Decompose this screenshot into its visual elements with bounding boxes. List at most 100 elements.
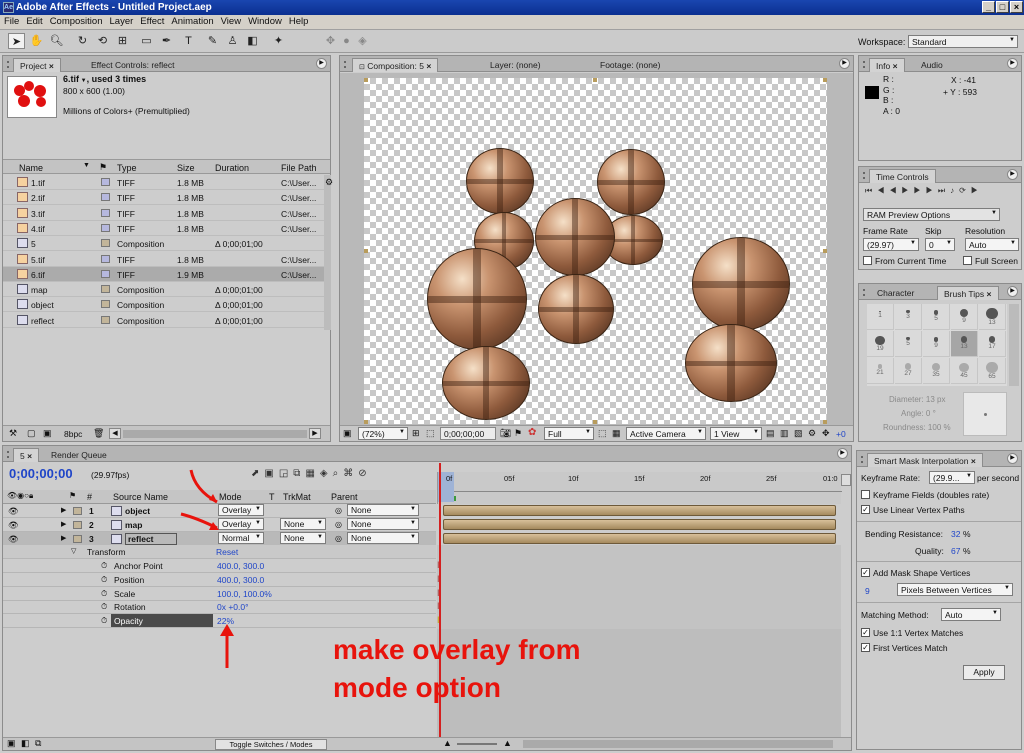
show-snapshot-icon[interactable]: ⚑ xyxy=(514,428,522,439)
sort-arrow-icon[interactable]: ▼ xyxy=(83,162,90,169)
project-item-row[interactable]: reflect Composition Δ 0;00;01;00 xyxy=(3,313,330,328)
layer-parent-dropdown[interactable]: None xyxy=(347,518,419,530)
col-name[interactable]: Name xyxy=(19,163,43,173)
live-update-icon[interactable]: ▣ xyxy=(264,468,278,479)
frame-rate-dropdown[interactable]: (29.97) xyxy=(863,238,919,251)
menu-window[interactable]: Window xyxy=(244,15,285,27)
tab-render-queue[interactable]: Render Queue xyxy=(45,448,113,462)
visibility-icon[interactable]: 👁︎ xyxy=(8,506,19,517)
eraser-tool-icon[interactable]: ◧ xyxy=(244,33,261,49)
panel-grip-icon[interactable] xyxy=(7,61,12,68)
col-trkmat[interactable]: TrkMat xyxy=(283,492,311,502)
ram-preview-dropdown[interactable]: RAM Preview Options xyxy=(863,208,1000,221)
magnification-dropdown[interactable]: (72%) xyxy=(358,427,408,440)
label-color-swatch[interactable] xyxy=(101,208,110,217)
label-color-swatch[interactable] xyxy=(101,239,110,248)
snapshot-icon[interactable]: 📷︎ xyxy=(500,428,511,439)
layer-row[interactable]: 👁︎▶3reflectNormalNoneNone◎ xyxy=(3,532,436,546)
tab-effect-controls[interactable]: Effect Controls: reflect xyxy=(85,58,180,72)
brush-tip[interactable]: 13 xyxy=(979,304,1006,330)
hide-layers-icon[interactable]: ⊘ xyxy=(358,468,371,479)
menu-layer[interactable]: Layer xyxy=(106,15,137,27)
trash-icon[interactable]: 🗑︎ xyxy=(93,428,104,439)
stopwatch-icon[interactable]: ⏱ xyxy=(101,602,107,612)
comp-button-icon[interactable] xyxy=(841,474,851,486)
col-size[interactable]: Size xyxy=(177,163,195,173)
pick-whip-icon[interactable]: ◎ xyxy=(335,506,342,515)
tab-time-controls[interactable]: Time Controls xyxy=(869,169,936,183)
project-item-row[interactable]: 6.tif TIFF 1.9 MB C:\User... xyxy=(3,266,330,282)
timeline-icon[interactable]: ▧ xyxy=(794,428,803,439)
panel-menu-icon[interactable]: ▶ xyxy=(1007,286,1018,297)
graph-editor-icon[interactable]: ⌕ xyxy=(333,468,344,479)
timeline-scrollbar[interactable] xyxy=(523,740,833,748)
orbit-camera-tool-icon[interactable]: ⟲ xyxy=(94,33,111,49)
label-color-swatch[interactable] xyxy=(101,193,110,202)
brush-tip[interactable]: 27 xyxy=(895,358,922,384)
panel-grip-icon[interactable] xyxy=(863,289,868,296)
zoom-tool-icon[interactable]: 🔍︎ xyxy=(48,33,65,49)
menu-view[interactable]: View xyxy=(217,15,244,27)
project-item-row[interactable]: 5.tif TIFF 1.8 MB C:\User... xyxy=(3,252,330,267)
brainstorm-icon[interactable]: ⌘ xyxy=(343,468,358,479)
ram-preview-icon[interactable]: ▶ xyxy=(971,186,983,195)
project-item-row[interactable]: 4.tif TIFF 1.8 MB C:\User... xyxy=(3,221,330,236)
pick-whip-icon[interactable]: ◎ xyxy=(335,534,342,543)
property-value[interactable]: 100.0, 100.0% xyxy=(217,589,272,599)
stopwatch-icon[interactable]: ⏱ xyxy=(101,561,107,571)
pen-tool-icon[interactable]: ✒ xyxy=(158,33,175,49)
linear-vertex-paths-checkbox[interactable]: ✓ xyxy=(861,505,870,514)
col-parent[interactable]: Parent xyxy=(331,492,358,502)
transform-group[interactable]: ▽ Transform Reset xyxy=(3,545,436,559)
layer-duration-bar[interactable] xyxy=(443,533,836,544)
new-folder-icon[interactable]: ▢ xyxy=(27,428,36,439)
resolution-dropdown[interactable]: Auto xyxy=(965,238,1019,251)
keyframe-fields-checkbox[interactable] xyxy=(861,490,870,499)
minimize-button[interactable]: _ xyxy=(982,1,995,13)
panel-menu-icon[interactable]: ▶ xyxy=(837,448,848,459)
layer-source-name[interactable]: object xyxy=(125,506,150,516)
menu-edit[interactable]: Edit xyxy=(22,15,45,27)
transform-property-row[interactable]: ⏱ Scale 100.0, 100.0% xyxy=(3,587,436,601)
label-color-swatch[interactable] xyxy=(101,285,110,294)
tab-brush-tips[interactable]: Brush Tips × xyxy=(937,286,999,300)
first-frame-icon[interactable]: ⏮ xyxy=(865,186,877,195)
one-to-one-vertex-checkbox[interactable]: ✓ xyxy=(861,628,870,637)
col-file-path[interactable]: File Path xyxy=(281,163,317,173)
full-screen-checkbox[interactable] xyxy=(963,256,972,265)
close-button[interactable]: × xyxy=(1010,1,1023,13)
layer-label-swatch[interactable] xyxy=(73,535,82,543)
rectangle-tool-icon[interactable]: ▭ xyxy=(138,33,155,49)
exposure-value[interactable]: +0 xyxy=(836,429,846,439)
menu-effect[interactable]: Effect xyxy=(136,15,167,27)
brush-tip[interactable]: 1 xyxy=(867,304,894,330)
project-bpc[interactable]: 8bpc xyxy=(64,429,82,439)
current-time-field[interactable]: 0;00;00;00 xyxy=(440,427,496,440)
brush-tip[interactable]: 65 xyxy=(979,358,1006,384)
brush-tip[interactable]: 5 xyxy=(923,304,950,330)
panel-menu-icon[interactable]: ▶ xyxy=(839,58,850,69)
layer-trkmat-dropdown[interactable]: None xyxy=(280,518,326,530)
twirl-icon[interactable]: ▶ xyxy=(61,520,66,528)
layer-trkmat-dropdown[interactable]: None xyxy=(280,532,326,544)
clone-stamp-tool-icon[interactable]: ♙ xyxy=(224,33,241,49)
camera-view-dropdown[interactable]: Active Camera xyxy=(626,427,706,440)
audio-icon[interactable]: ♪ xyxy=(950,186,959,195)
project-item-row[interactable]: map Composition Δ 0;00;01;00 xyxy=(3,282,330,298)
layer-source-name[interactable]: map xyxy=(125,520,142,530)
keyframe-rate-dropdown[interactable]: (29.9... xyxy=(929,471,975,484)
skip-dropdown[interactable]: 0 xyxy=(925,238,955,251)
property-value[interactable]: 400.0, 300.0 xyxy=(217,575,264,585)
motion-blur-icon[interactable]: ▦ xyxy=(305,468,319,479)
panel-grip-icon[interactable] xyxy=(863,172,868,179)
project-scrollbar[interactable] xyxy=(324,175,331,330)
zoom-slider[interactable] xyxy=(457,743,497,745)
transparency-grid-icon[interactable]: ▦ xyxy=(612,428,621,439)
col-type[interactable]: Type xyxy=(117,163,137,173)
transform-reset-link[interactable]: Reset xyxy=(216,547,238,557)
quality-value[interactable]: 67 xyxy=(951,546,960,556)
tab-footage[interactable]: Footage: (none) xyxy=(594,58,666,72)
first-vertices-match-checkbox[interactable]: ✓ xyxy=(861,643,870,652)
flowchart-icon[interactable]: ⚙ xyxy=(325,177,333,188)
menu-composition[interactable]: Composition xyxy=(46,15,106,27)
